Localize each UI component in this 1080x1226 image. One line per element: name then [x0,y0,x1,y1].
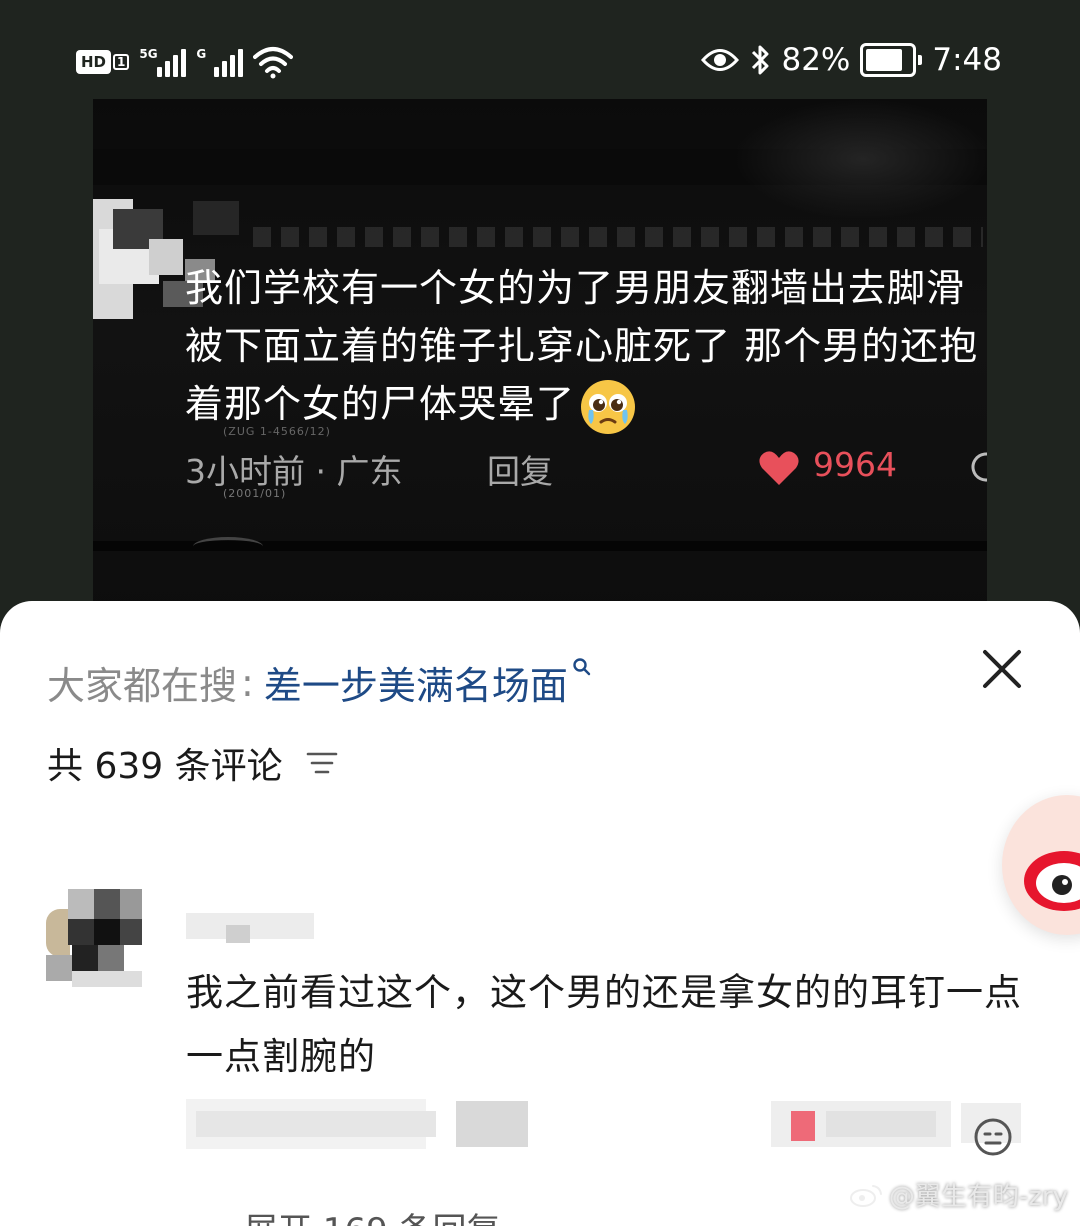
comment-bubble-icon[interactable] [971,449,987,485]
trending-label: 大家都在搜 [47,664,238,708]
search-icon [573,658,591,676]
clock: 7:48 [932,42,1002,78]
post-time-location: 3小时前 · 广东 [185,452,403,491]
trending-term[interactable]: 差一步美满名场面 [264,655,568,710]
trending-search-link[interactable]: 大家都在搜 : 差一步美满名场面 [47,655,592,710]
close-icon[interactable] [980,647,1024,691]
commenter-avatar-blurred[interactable] [46,889,142,987]
weibo-watermark-icon [849,1184,882,1207]
battery-fill [866,49,903,71]
sort-icon[interactable] [305,749,339,777]
signal1-label: 5G [139,47,158,61]
faint-code-2: (2001/01) [223,487,287,500]
post-reply-link[interactable]: 回复 [487,445,553,493]
cell-signal-icon-2: G [196,47,244,77]
battery-percent: 82% [781,42,851,78]
heart-icon[interactable] [758,449,800,487]
comment-text[interactable]: 我之前看过这个，这个男的还是拿女的的耳钉一点一点割腕的 [186,961,1036,1089]
bluetooth-icon [752,45,769,75]
post-text: 我们学校有一个女的为了男朋友翻墙出去脚滑被下面立着的锥子扎穿心脏死了 那个男的还… [185,259,985,436]
signal2-label: G [196,47,207,61]
hd-voice-icon: HD 1 [76,50,130,74]
watermark-text: @翼生有昀-zry [888,1182,1068,1212]
status-left-group: HD 1 5G G [76,45,294,79]
expand-replies-button[interactable]: 展开 169 条回复 [244,1203,501,1226]
comment-count-row: 共 639 条评论 [47,737,339,789]
trending-colon: : [241,660,254,705]
cell-signal-icon-1: 5G [139,47,187,77]
comments-sheet: 大家都在搜 : 差一步美满名场面 共 639 条评论 我之前看过这个，这个男的还… [0,601,1080,1226]
video-glow [733,99,987,219]
status-right-group: 82% 7:48 [701,42,1002,78]
hd-sub-label: 1 [113,54,130,70]
commenter-name-blurred[interactable] [186,909,314,943]
status-bar: HD 1 5G G 82% 7:48 [0,0,1080,100]
weibo-logo-icon[interactable] [1002,795,1080,935]
comment-meta-blurred [186,1097,1036,1151]
watermark: @翼生有昀-zry [849,1176,1068,1213]
post-meta-row: 3小时前 · 广东 回复 9964 [185,445,987,491]
pleading-face-emoji-icon [581,379,636,434]
comment-count: 共 639 条评论 [47,746,283,787]
post-like-count: 9964 [813,445,897,484]
wifi-icon [253,47,294,79]
video-player[interactable]: (ZUG 1-4566/12) 我们学校有一个女的为了男朋友翻墙出去脚滑被下面立… [93,99,987,619]
video-ghost-text [253,227,983,247]
eye-comfort-icon [701,49,740,71]
hd-label: HD [76,50,112,74]
video-bottom-shape [193,537,263,556]
emoji-face-icon[interactable] [972,1116,1014,1158]
battery-icon [860,43,923,77]
